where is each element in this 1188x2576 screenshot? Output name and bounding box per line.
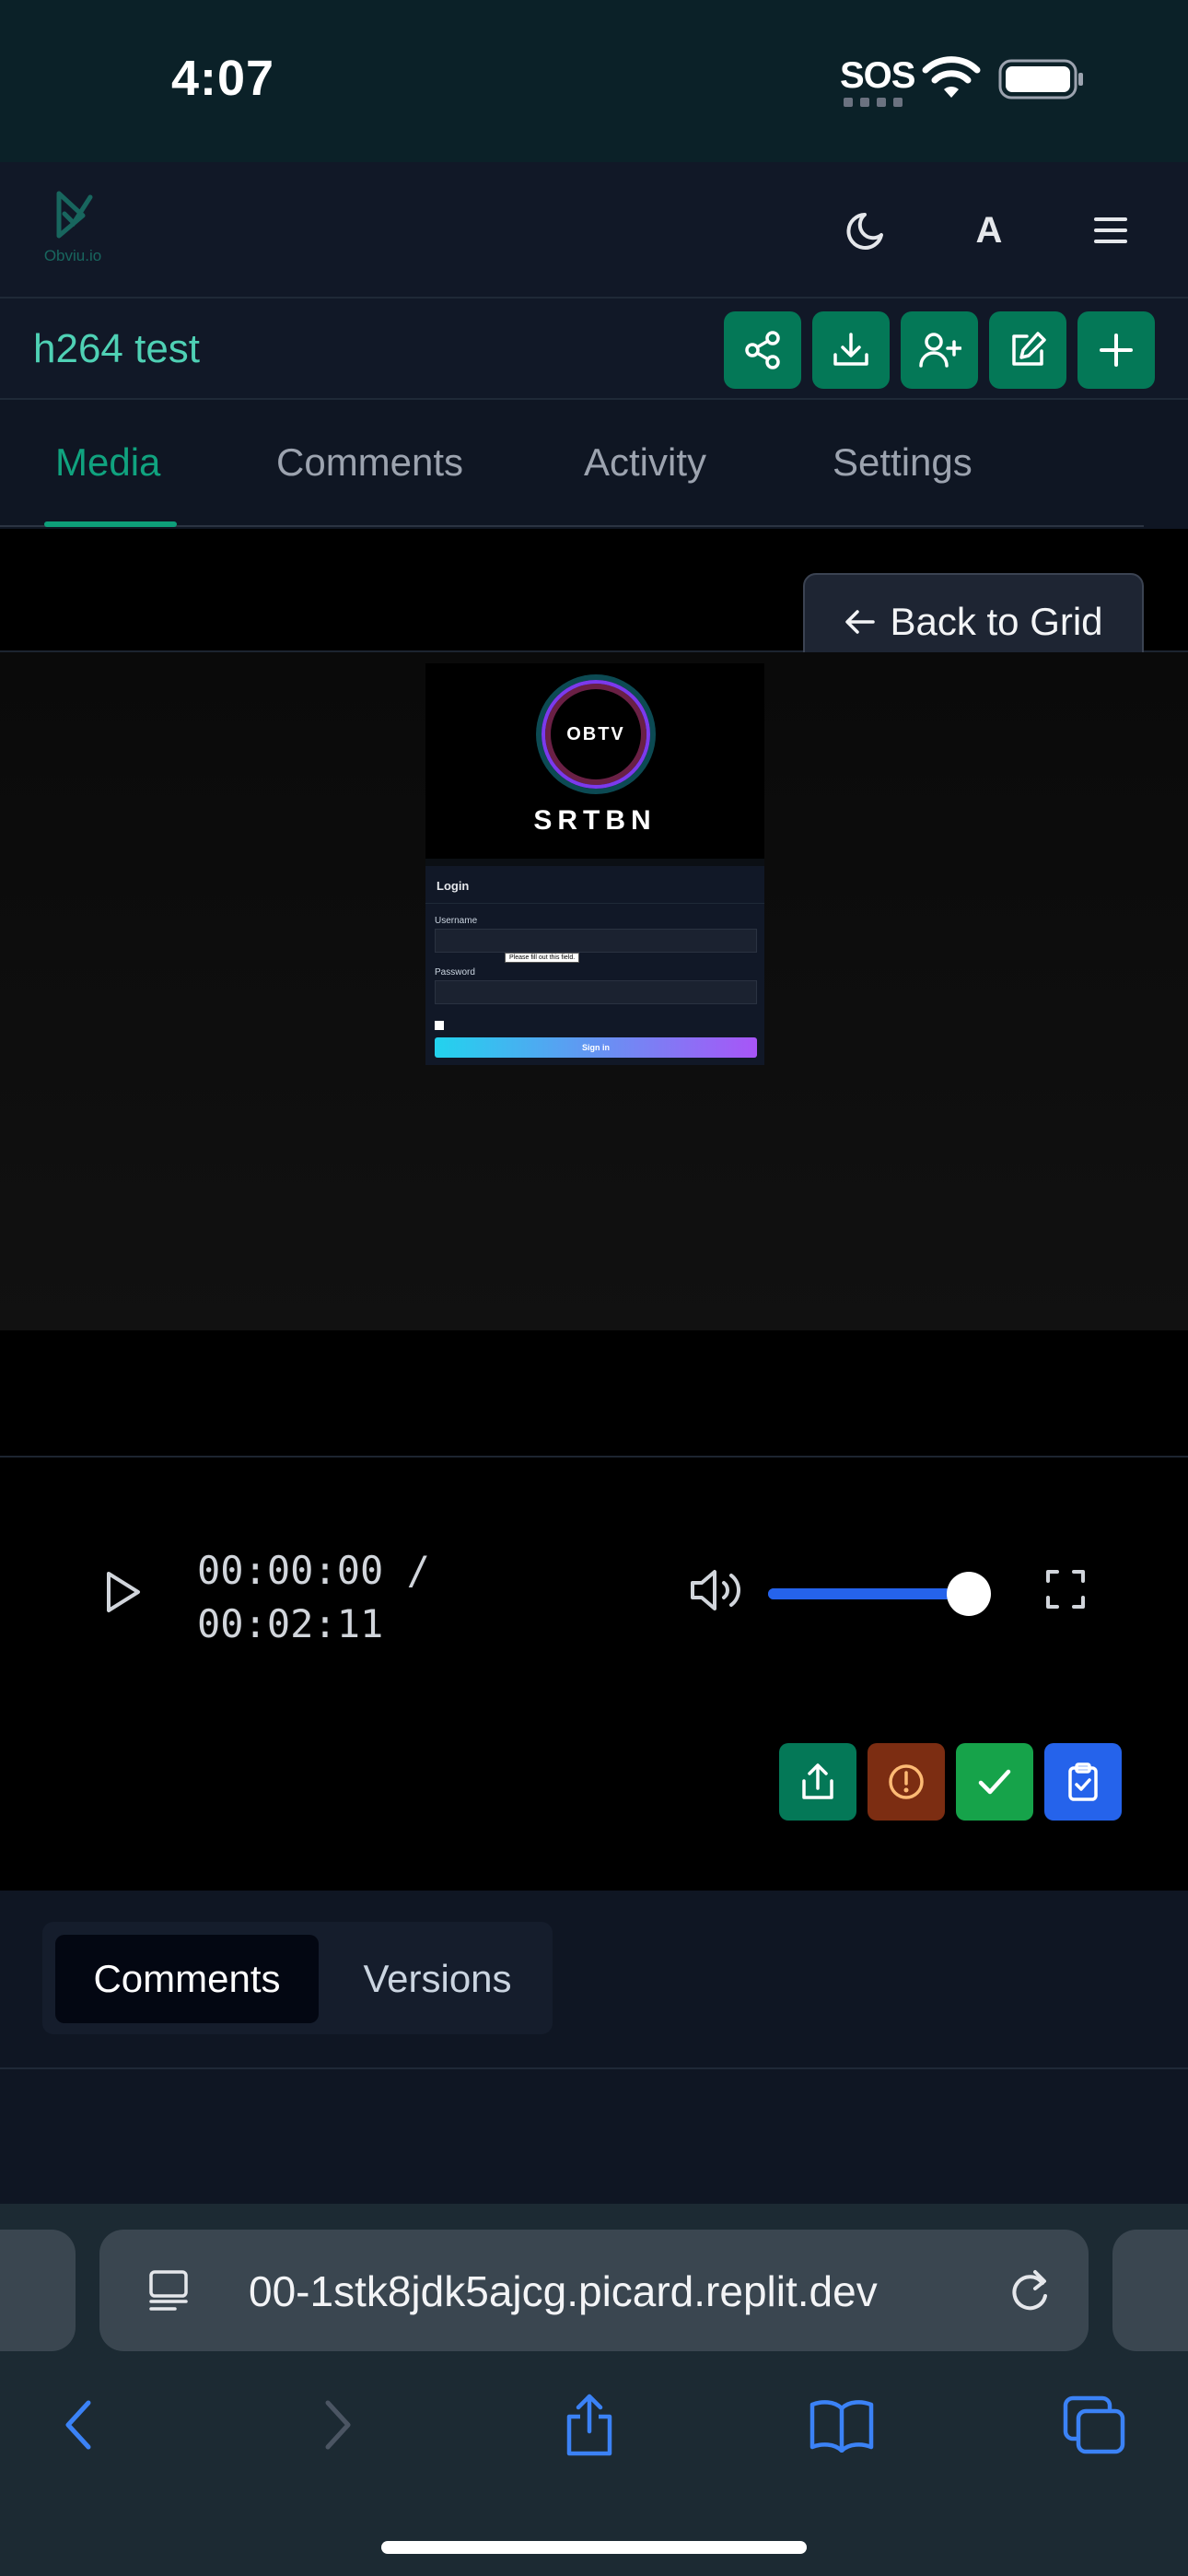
previous-tab-preview[interactable] bbox=[0, 2230, 76, 2351]
moon-icon bbox=[846, 213, 883, 250]
clipboard-check-icon bbox=[1068, 1762, 1098, 1801]
tabs-button[interactable] bbox=[1057, 2388, 1131, 2462]
add-button[interactable] bbox=[1077, 311, 1155, 389]
status-bar: 4:07 SOS bbox=[0, 0, 1188, 162]
review-button[interactable] bbox=[1044, 1743, 1122, 1821]
back-to-grid-label: Back to Grid bbox=[890, 600, 1103, 643]
password-field bbox=[435, 980, 757, 1004]
tab-comments[interactable]: Comments bbox=[276, 440, 463, 485]
username-field bbox=[435, 929, 757, 953]
upload-icon bbox=[802, 1763, 833, 1799]
tab-media[interactable]: Media bbox=[55, 440, 160, 485]
volume-icon[interactable] bbox=[687, 1564, 746, 1616]
url-text: 00-1stk8jdk5ajcg.picard.replit.dev bbox=[249, 2267, 878, 2315]
edit-button[interactable] bbox=[989, 311, 1066, 389]
password-label: Password bbox=[435, 967, 475, 978]
volume-fill bbox=[768, 1588, 971, 1599]
login-form-preview: Login Username Please fill out this fiel… bbox=[425, 866, 764, 1065]
dark-mode-toggle[interactable] bbox=[840, 203, 895, 258]
download-button[interactable] bbox=[812, 311, 890, 389]
language-button[interactable]: A bbox=[961, 203, 1017, 258]
remember-checkbox bbox=[435, 1021, 444, 1030]
fullscreen-icon[interactable] bbox=[1044, 1568, 1087, 1610]
check-icon bbox=[978, 1769, 1011, 1795]
volume-slider[interactable] bbox=[768, 1588, 971, 1599]
login-title: Login bbox=[437, 879, 470, 893]
player-controls: 00:00:00 / 00:02:11 bbox=[0, 1459, 1188, 1646]
home-indicator bbox=[381, 2541, 807, 2554]
signal-dots-icon bbox=[844, 98, 903, 107]
tabs-icon bbox=[1063, 2395, 1125, 2454]
add-user-button[interactable] bbox=[901, 311, 978, 389]
brand-logo: OBTV bbox=[542, 680, 650, 789]
chevron-right-icon bbox=[325, 2400, 351, 2450]
wifi-icon bbox=[922, 56, 981, 98]
next-tab-preview[interactable] bbox=[1112, 2230, 1188, 2351]
arrow-left-icon bbox=[845, 610, 876, 634]
divider bbox=[0, 1456, 1188, 1458]
share-button[interactable] bbox=[724, 311, 801, 389]
bookmarks-button[interactable] bbox=[805, 2388, 879, 2462]
share-icon bbox=[745, 331, 780, 369]
book-icon bbox=[809, 2400, 874, 2453]
brand-logo-text: OBTV bbox=[566, 723, 625, 744]
chevron-left-icon bbox=[65, 2400, 91, 2450]
tab-activity[interactable]: Activity bbox=[584, 440, 706, 485]
approve-button[interactable] bbox=[956, 1743, 1033, 1821]
duration: 00:02:11 bbox=[197, 1601, 384, 1646]
segment-versions[interactable]: Versions bbox=[335, 1935, 540, 2023]
share-sheet-button[interactable] bbox=[553, 2388, 626, 2462]
media-viewer: Back to Grid OBTV SRTBN Login Username P… bbox=[0, 529, 1188, 1891]
username-label: Username bbox=[435, 916, 478, 926]
menu-button[interactable] bbox=[1083, 203, 1138, 258]
app-header: Obviu.io A bbox=[0, 162, 1188, 299]
page-menu-icon[interactable] bbox=[146, 2266, 192, 2314]
back-button[interactable] bbox=[42, 2388, 116, 2462]
segmented-control: Comments Versions bbox=[42, 1922, 553, 2034]
tab-settings[interactable]: Settings bbox=[833, 440, 973, 485]
validation-tooltip: Please fill out this field. bbox=[505, 953, 580, 963]
share-icon bbox=[566, 2394, 612, 2456]
sign-in-button: Sign in bbox=[435, 1037, 757, 1058]
volume-slider-handle[interactable] bbox=[947, 1572, 991, 1616]
current-time: 00:00:00 / bbox=[197, 1548, 430, 1593]
alert-circle-icon bbox=[889, 1764, 924, 1799]
upload-button[interactable] bbox=[779, 1743, 856, 1821]
reload-icon[interactable] bbox=[1002, 2263, 1057, 2318]
logo-icon bbox=[56, 191, 93, 239]
flag-issue-button[interactable] bbox=[868, 1743, 945, 1821]
project-bar: h264 test bbox=[0, 299, 1188, 400]
video-stage[interactable]: OBTV SRTBN Login Username Please fill ou… bbox=[0, 652, 1188, 1330]
tab-bar: Media Comments Activity Settings bbox=[0, 400, 1188, 529]
video-frame-header: OBTV SRTBN bbox=[425, 663, 764, 859]
logo-text: Obviu.io bbox=[43, 247, 102, 264]
timecode: 00:00:00 / 00:02:11 bbox=[197, 1544, 430, 1651]
play-icon[interactable] bbox=[96, 1566, 147, 1618]
app-logo[interactable]: Obviu.io bbox=[31, 188, 114, 275]
video-frame: OBTV SRTBN Login Username Please fill ou… bbox=[425, 663, 764, 1065]
divider bbox=[425, 903, 764, 904]
user-plus-icon bbox=[919, 333, 961, 368]
download-icon bbox=[833, 333, 868, 366]
browser-toolbar: 00-1stk8jdk5ajcg.picard.replit.dev bbox=[0, 2204, 1188, 2576]
active-tab-indicator bbox=[44, 521, 177, 527]
edit-icon bbox=[1012, 332, 1046, 366]
brand-name: SRTBN bbox=[533, 805, 657, 836]
plus-icon bbox=[1100, 334, 1133, 367]
comments-panel: Comments Versions bbox=[0, 1891, 1188, 2204]
address-bar[interactable]: 00-1stk8jdk5ajcg.picard.replit.dev bbox=[99, 2230, 1089, 2351]
divider bbox=[0, 2067, 1188, 2069]
hamburger-icon bbox=[1094, 217, 1127, 243]
clock: 4:07 bbox=[171, 51, 275, 106]
segment-comments[interactable]: Comments bbox=[55, 1935, 319, 2023]
sos-indicator: SOS bbox=[840, 55, 915, 96]
battery-icon bbox=[998, 59, 1083, 100]
project-title: h264 test bbox=[33, 326, 201, 371]
forward-button[interactable] bbox=[300, 2388, 374, 2462]
